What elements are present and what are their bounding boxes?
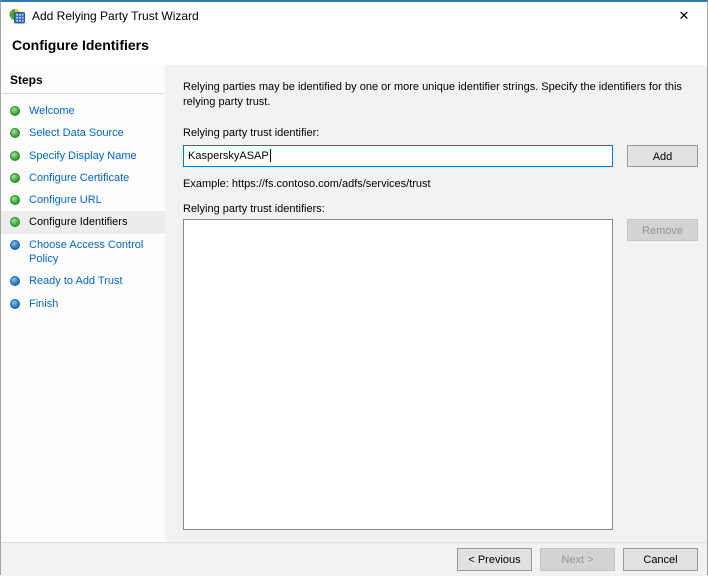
step-label: Choose Access Control Policy (29, 238, 159, 267)
step-label: Finish (29, 297, 58, 311)
example-text: Example: https://fs.contoso.com/adfs/ser… (183, 178, 698, 190)
step-label: Welcome (29, 104, 75, 118)
remove-button[interactable]: Remove (627, 219, 698, 241)
step-bullet-icon (10, 217, 20, 227)
step-bullet-icon (10, 173, 20, 183)
next-button[interactable]: Next > (540, 548, 615, 571)
adfs-wizard-icon (9, 8, 25, 24)
step-label: Configure Identifiers (29, 215, 127, 229)
sidebar-step-welcome: Welcome (1, 100, 165, 122)
steps-sidebar: Steps Welcome Select Data Source Specify D… (1, 65, 165, 542)
sidebar-step-specify-display-name: Specify Display Name (1, 145, 165, 167)
steps-heading: Steps (1, 73, 165, 93)
page-title: Configure Identifiers (1, 29, 707, 65)
step-bullet-icon (10, 240, 20, 250)
step-label: Ready to Add Trust (29, 274, 123, 288)
intro-text: Relying parties may be identified by one… (183, 80, 693, 111)
footer-button-bar: < Previous Next > Cancel (1, 542, 707, 576)
main-panel: Relying parties may be identified by one… (165, 65, 707, 542)
step-bullet-icon (10, 195, 20, 205)
close-icon[interactable]: ✕ (661, 2, 707, 29)
cancel-button[interactable]: Cancel (623, 548, 698, 571)
step-label: Configure URL (29, 193, 102, 207)
step-bullet-icon (10, 106, 20, 116)
identifiers-list-label: Relying party trust identifiers: (183, 203, 698, 215)
sidebar-step-finish: Finish (1, 293, 165, 315)
sidebar-step-ready-to-add-trust: Ready to Add Trust (1, 270, 165, 292)
step-bullet-icon (10, 128, 20, 138)
steps-list: Welcome Select Data Source Specify Display… (1, 94, 165, 315)
step-bullet-icon (10, 276, 20, 286)
sidebar-step-configure-url: Configure URL (1, 189, 165, 211)
sidebar-step-configure-identifiers: Configure Identifiers (1, 211, 165, 233)
add-button[interactable]: Add (627, 145, 698, 167)
identifier-input[interactable]: KasperskyASAP (183, 145, 613, 167)
previous-button[interactable]: < Previous (457, 548, 532, 571)
title-bar: Add Relying Party Trust Wizard ✕ (1, 2, 707, 29)
step-bullet-icon (10, 299, 20, 309)
identifier-input-value: KasperskyASAP (188, 150, 269, 162)
text-caret (270, 149, 271, 162)
sidebar-step-configure-certificate: Configure Certificate (1, 167, 165, 189)
wizard-window: Add Relying Party Trust Wizard ✕ Configu… (0, 0, 708, 575)
step-label: Specify Display Name (29, 149, 137, 163)
step-label: Configure Certificate (29, 171, 129, 185)
step-label: Select Data Source (29, 126, 124, 140)
sidebar-step-select-data-source: Select Data Source (1, 122, 165, 144)
sidebar-step-choose-access-control-policy: Choose Access Control Policy (1, 234, 165, 271)
identifiers-listbox[interactable] (183, 219, 613, 530)
window-title: Add Relying Party Trust Wizard (32, 9, 199, 23)
step-bullet-icon (10, 151, 20, 161)
identifier-label: Relying party trust identifier: (183, 127, 698, 139)
